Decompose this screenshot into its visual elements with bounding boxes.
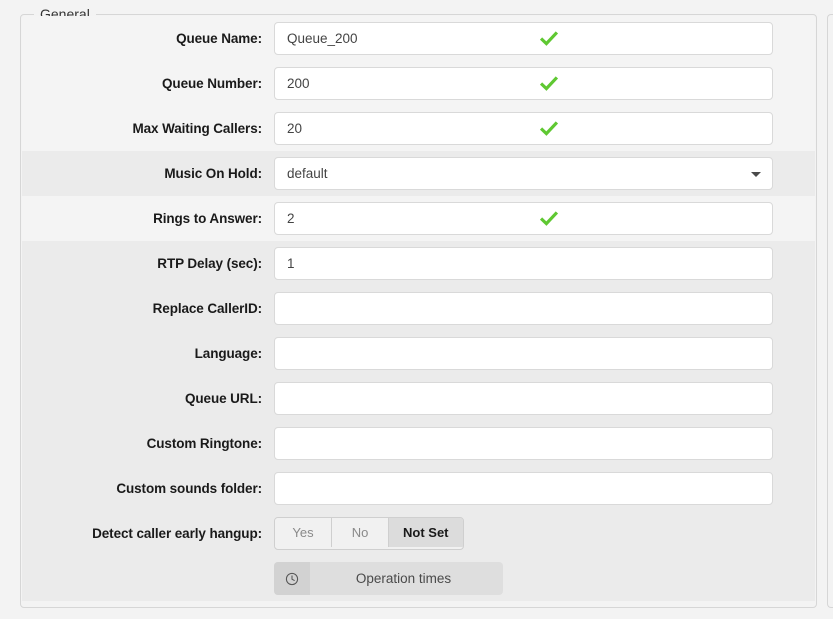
field-music-on-hold: default <box>274 157 773 190</box>
replace-callerid-input[interactable] <box>274 292 773 325</box>
settings-rows: Queue Name: Queue Number: Max Waiting Call… <box>22 16 815 606</box>
row-language: Language: <box>22 331 815 376</box>
field-rtp-delay <box>274 247 773 280</box>
field-operation-times: Operation times <box>274 562 773 595</box>
field-queue-url <box>274 382 773 415</box>
label-detect-caller-early-hangup: Detect caller early hangup: <box>92 526 262 541</box>
label-custom-ringtone: Custom Ringtone: <box>146 436 262 451</box>
field-language <box>274 337 773 370</box>
operation-times-label: Operation times <box>355 571 452 586</box>
field-rings-to-answer <box>274 202 773 235</box>
row-replace-callerid: Replace CallerID: <box>22 286 815 331</box>
queue-name-input[interactable] <box>274 22 773 55</box>
max-waiting-callers-input[interactable] <box>274 112 773 145</box>
row-operation-times: Operation times <box>22 556 815 601</box>
custom-ringtone-input[interactable] <box>274 427 773 460</box>
row-rings-to-answer: Rings to Answer: <box>22 196 815 241</box>
label-max-waiting-callers: Max Waiting Callers: <box>132 121 262 136</box>
adjacent-panel-edge <box>827 14 833 608</box>
row-music-on-hold: Music On Hold: default <box>22 151 815 196</box>
language-input[interactable] <box>274 337 773 370</box>
clock-icon <box>274 562 310 595</box>
row-custom-sounds-folder: Custom sounds folder: <box>22 466 815 511</box>
field-max-waiting-callers <box>274 112 773 145</box>
custom-sounds-folder-input[interactable] <box>274 472 773 505</box>
label-language: Language: <box>194 346 262 361</box>
row-queue-number: Queue Number: <box>22 61 815 106</box>
label-replace-callerid: Replace CallerID: <box>152 301 262 316</box>
valid-check-icon <box>539 74 559 94</box>
field-queue-number <box>274 67 773 100</box>
detect-hangup-option-yes[interactable]: Yes <box>275 518 332 547</box>
field-queue-name <box>274 22 773 55</box>
detect-hangup-option-no[interactable]: No <box>332 518 389 547</box>
settings-page: General Queue Name:Queue Number:Max Wait… <box>0 0 833 619</box>
label-rtp-delay: RTP Delay (sec): <box>157 256 262 271</box>
operation-times-button[interactable]: Operation times <box>274 562 503 595</box>
detect-hangup-option-not-set[interactable]: Not Set <box>389 518 463 547</box>
label-queue-name: Queue Name: <box>176 31 262 46</box>
valid-check-icon <box>539 29 559 49</box>
label-custom-sounds-folder: Custom sounds folder: <box>116 481 262 496</box>
label-queue-number: Queue Number: <box>162 76 262 91</box>
queue-url-input[interactable] <box>274 382 773 415</box>
valid-check-icon <box>539 119 559 139</box>
row-queue-url: Queue URL: <box>22 376 815 421</box>
rings-to-answer-input[interactable] <box>274 202 773 235</box>
row-rtp-delay: RTP Delay (sec): <box>22 241 815 286</box>
music-on-hold-select[interactable]: default <box>274 157 773 190</box>
field-custom-sounds-folder <box>274 472 773 505</box>
row-max-waiting-callers: Max Waiting Callers: <box>22 106 815 151</box>
rtp-delay-input[interactable] <box>274 247 773 280</box>
row-custom-ringtone: Custom Ringtone: <box>22 421 815 466</box>
detect-hangup-button-group: Yes No Not Set <box>274 517 464 550</box>
field-replace-callerid <box>274 292 773 325</box>
label-music-on-hold: Music On Hold: <box>164 166 262 181</box>
field-detect-caller-early-hangup: Yes No Not Set <box>274 517 773 550</box>
row-queue-name: Queue Name: <box>22 16 815 61</box>
field-custom-ringtone <box>274 427 773 460</box>
valid-check-icon <box>539 209 559 229</box>
music-on-hold-selected-value: default <box>274 157 773 190</box>
general-fieldset: General Queue Name:Queue Number:Max Wait… <box>20 5 817 608</box>
queue-number-input[interactable] <box>274 67 773 100</box>
label-queue-url: Queue URL: <box>184 391 262 406</box>
row-detect-caller-early-hangup: Detect caller early hangup: Yes No Not Set <box>22 511 815 556</box>
label-rings-to-answer: Rings to Answer: <box>153 211 262 226</box>
